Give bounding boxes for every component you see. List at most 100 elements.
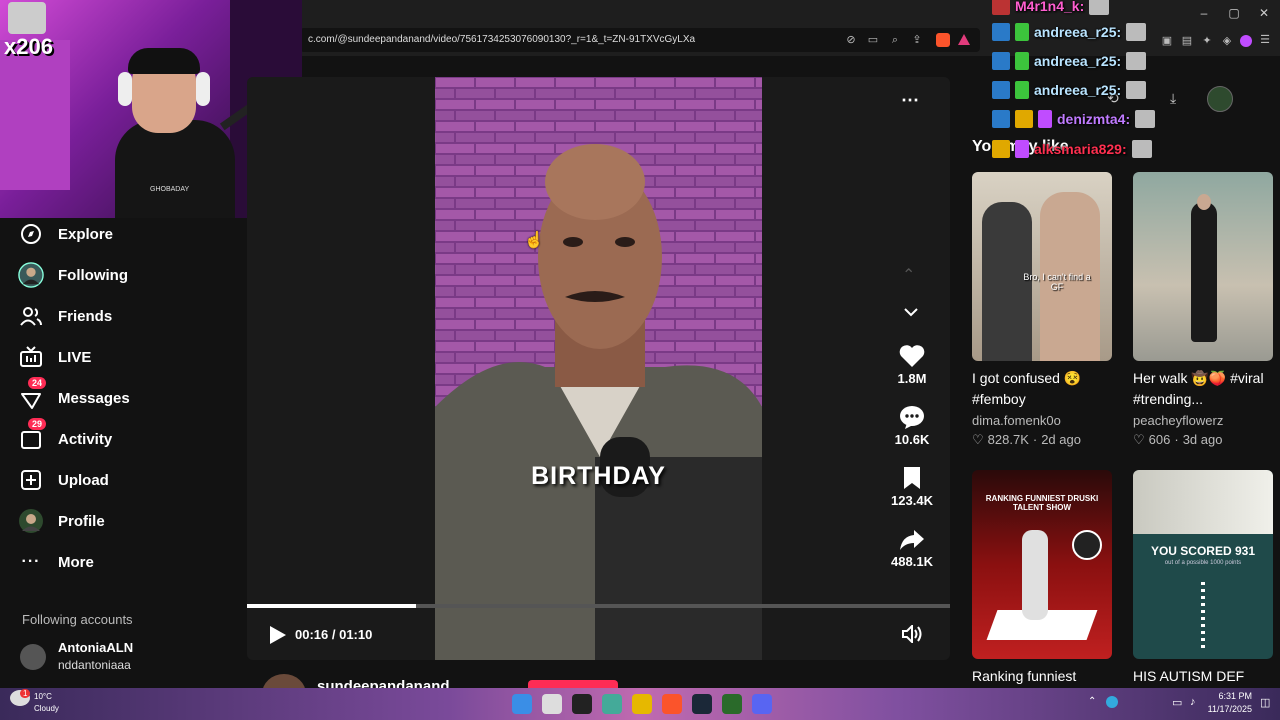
app-icon[interactable]	[572, 694, 592, 714]
headphone-right	[196, 72, 210, 106]
wallet-icon[interactable]: ▤	[1180, 34, 1194, 48]
sidebar-item-live[interactable]: LIVE	[18, 340, 238, 374]
following-account-item[interactable]: AntoniaALN nddantoniaaa	[20, 640, 240, 676]
recommend-card-author[interactable]: peacheyflowerz	[1133, 413, 1223, 428]
more-options-icon[interactable]: ⋯	[901, 90, 920, 111]
sidebar-item-messages[interactable]: 24 Messages	[18, 377, 238, 415]
card-age: 3d ago	[1182, 432, 1223, 447]
brave-icon[interactable]	[662, 694, 682, 714]
more-dots-icon: ···	[21, 553, 41, 570]
recommend-card-thumbnail[interactable]	[1133, 172, 1273, 361]
recommend-card-title[interactable]: Ranking funniest	[972, 666, 1118, 687]
chat-line: denizmta4:	[992, 107, 1156, 131]
account-handle: nddantoniaaa	[58, 658, 131, 672]
brave-rewards-icon[interactable]	[958, 34, 970, 45]
play-button[interactable]	[268, 625, 288, 650]
sub-badge-icon	[1038, 110, 1052, 128]
download-icon[interactable]: ⤓	[1170, 90, 1176, 107]
app-icon[interactable]	[722, 694, 742, 714]
heart-icon	[899, 345, 925, 367]
following-avatar-icon	[18, 262, 44, 288]
cast-icon[interactable]: ▭	[866, 33, 880, 47]
comment-button[interactable]: 10.6K	[880, 405, 944, 447]
tray-app-icon[interactable]	[1106, 696, 1118, 708]
task-view-icon[interactable]	[542, 694, 562, 714]
sidebar-item-explore[interactable]: Explore	[18, 217, 238, 251]
following-accounts-header: Following accounts	[22, 612, 133, 627]
chrome-icon[interactable]	[602, 694, 622, 714]
shield-icon[interactable]: ◈	[1220, 34, 1234, 48]
thumb-logo	[1072, 530, 1102, 560]
person-cap	[128, 48, 200, 74]
extension-icon[interactable]: ▣	[1160, 34, 1174, 48]
chat-line: andreea_r25:	[992, 20, 1147, 44]
recommend-card-title[interactable]: HIS AUTISM DEF	[1133, 666, 1279, 687]
sidebar-item-activity[interactable]: 29 Activity	[18, 418, 238, 456]
chat-username: andreea_r25:	[1034, 53, 1122, 69]
save-button[interactable]: 123.4K	[880, 466, 944, 508]
sidebar-item-more[interactable]: ··· More	[18, 545, 238, 579]
sidebar-item-profile[interactable]: Profile	[18, 504, 238, 538]
wrench-badge-icon	[992, 110, 1010, 128]
vpn-icon[interactable]	[1240, 35, 1252, 47]
live-tv-icon	[18, 344, 44, 370]
like-button[interactable]: 1.8M	[880, 344, 944, 386]
discord-icon[interactable]	[752, 694, 772, 714]
chevron-down-icon[interactable]	[903, 305, 919, 323]
thumb-score-sub: out of a possible 1000 points	[1164, 560, 1242, 566]
steam-icon[interactable]	[692, 694, 712, 714]
thumb-dot-column	[1201, 582, 1205, 652]
notification-icon[interactable]: ◫	[1260, 696, 1270, 709]
recommend-card-thumbnail[interactable]: RANKING FUNNIEST DRUSKI TALENT SHOW	[972, 470, 1112, 659]
chat-line: andreea_r25:	[992, 78, 1147, 102]
chat-emote	[1135, 110, 1156, 128]
speaker-icon[interactable]: ♪	[1190, 696, 1196, 708]
friends-icon	[18, 303, 44, 329]
windows-start-icon[interactable]	[512, 694, 532, 714]
close-icon[interactable]: ✕	[1254, 6, 1274, 20]
brave-shield-icon[interactable]	[936, 33, 950, 47]
reader-icon[interactable]: ⊘	[844, 33, 858, 47]
hand-cursor-icon: ☝	[524, 232, 544, 249]
sidebar-item-friends[interactable]: Friends	[18, 299, 238, 333]
chat-emote	[1126, 81, 1147, 99]
sub-badge-icon	[1015, 81, 1029, 99]
share-arrow-icon	[900, 530, 924, 550]
tray-chevron-icon[interactable]: ⌃	[1088, 696, 1096, 707]
sidebar-item-label: Profile	[58, 512, 105, 530]
chat-username: M4r1n4_k:	[1015, 0, 1085, 14]
sidebar-item-label: More	[58, 553, 94, 571]
user-avatar[interactable]	[1207, 86, 1233, 112]
recommend-card-thumbnail[interactable]: YOU SCORED 931 out of a possible 1000 po…	[1133, 470, 1273, 659]
share-count: 488.1K	[891, 554, 933, 569]
activity-badge: 29	[28, 418, 47, 430]
puzzle-icon[interactable]: ✦	[1200, 34, 1214, 48]
volume-button[interactable]	[902, 623, 924, 648]
file-explorer-icon[interactable]	[632, 694, 652, 714]
network-icon[interactable]: ▭	[1172, 696, 1182, 709]
meta-separator: ·	[1174, 432, 1179, 447]
sidebar-item-label: Upload	[58, 471, 109, 489]
share-button[interactable]: 488.1K	[880, 529, 944, 569]
recommend-card-author[interactable]: dima.fomenk0o	[972, 413, 1061, 428]
chat-line: andreea_r25:	[992, 49, 1147, 73]
progress-track[interactable]	[247, 604, 950, 608]
messages-badge: 24	[28, 377, 47, 389]
video-frame[interactable]	[435, 77, 762, 660]
upload-icon	[18, 467, 44, 493]
share-icon[interactable]: ⇪	[910, 33, 924, 47]
minimize-icon[interactable]: –	[1194, 6, 1214, 20]
maximize-icon[interactable]: ▢	[1224, 6, 1244, 20]
sidebar-item-following[interactable]: Following	[18, 258, 238, 292]
headphone-left	[118, 72, 132, 106]
multiplier-text: x206	[4, 34, 53, 59]
thumb-person	[1022, 530, 1048, 620]
recommend-card-title[interactable]: Her walk 🤠🍑 #viral #trending...	[1133, 368, 1279, 410]
recommend-card-title[interactable]: I got confused 😵 #femboy	[972, 368, 1118, 410]
chevron-up-icon[interactable]: ⌃	[902, 265, 915, 285]
chat-username: alksmaria829:	[1034, 141, 1127, 157]
menu-icon[interactable]: ☰	[1258, 33, 1272, 47]
recommend-card-thumbnail[interactable]: Bro, I can't find a GF	[972, 172, 1112, 361]
zoom-icon[interactable]: ⌕	[888, 33, 902, 47]
sidebar-item-upload[interactable]: Upload	[18, 463, 238, 497]
